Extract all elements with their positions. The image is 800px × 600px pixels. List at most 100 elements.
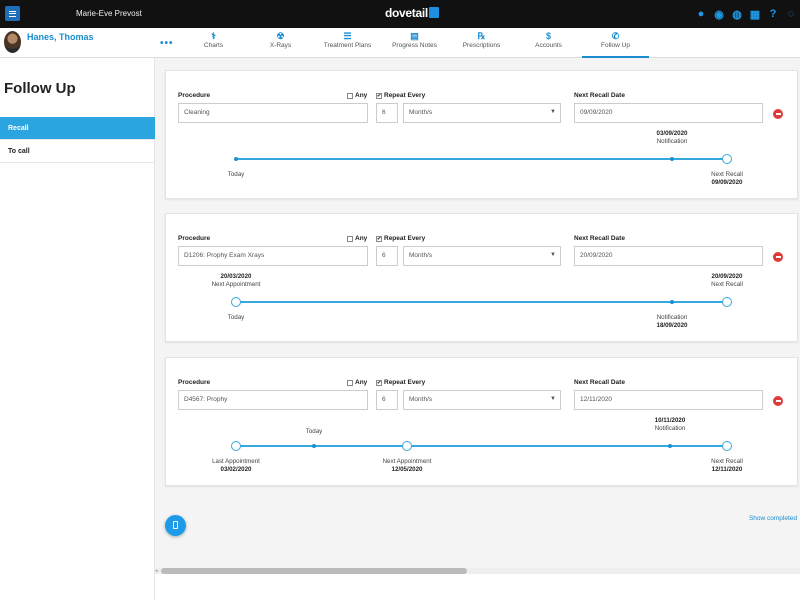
current-user: Marie-Eve Prevost — [76, 9, 142, 18]
tab-treatment-plans[interactable]: ☰ Treatment Plans — [314, 28, 381, 58]
scrollbar-thumb[interactable] — [161, 568, 467, 574]
person-icon[interactable]: ● — [692, 5, 710, 23]
timeline-dot-today — [312, 444, 316, 448]
phone-chat-icon[interactable]: ◍ — [728, 5, 746, 23]
hamburger-icon — [9, 10, 16, 17]
timeline-node-next-appointment[interactable] — [231, 297, 241, 307]
chat-icon[interactable]: ◉ — [710, 5, 728, 23]
checkbox-checked-icon: ✔ — [376, 235, 382, 242]
calendar-icon[interactable]: ▦ — [746, 5, 764, 23]
rx-icon: ℞ — [477, 31, 486, 41]
timeline-dot-notification — [670, 300, 674, 304]
tab-accounts[interactable]: $ Accounts — [515, 28, 582, 58]
timeline-node-next-recall[interactable] — [722, 297, 732, 307]
procedure-input[interactable]: D1206: Prophy Exam Xrays — [178, 246, 368, 266]
avatar — [4, 31, 21, 53]
tab-charts[interactable]: ⚕ Charts — [180, 28, 247, 58]
timeline-dot-notification — [670, 157, 674, 161]
remove-icon[interactable] — [773, 109, 783, 119]
remove-icon[interactable] — [773, 252, 783, 262]
tab-progress-notes[interactable]: ▤ Progress Notes — [381, 28, 448, 58]
repeat-unit-select[interactable]: Month/s ▼ — [403, 103, 561, 123]
menu-button[interactable] — [5, 6, 20, 21]
today-marker: Today — [227, 314, 245, 321]
timeline-line — [236, 158, 728, 160]
top-icons: ● ◉ ◍ ▦ ? ◌ — [692, 5, 800, 23]
procedure-label: Procedure — [178, 92, 211, 99]
checkbox-checked-icon: ✔ — [376, 92, 382, 99]
remove-icon[interactable] — [773, 396, 783, 406]
tooth-icon: ⚕ — [211, 31, 216, 41]
checkbox-icon — [347, 379, 353, 386]
repeat-every-checkbox[interactable]: ✔ Repeat Every — [376, 92, 425, 99]
sidebar-item-to-call[interactable]: To call — [0, 140, 155, 163]
procedure-label: Procedure — [178, 235, 211, 242]
today-marker: Today — [227, 171, 245, 178]
any-checkbox[interactable]: Any — [347, 379, 367, 386]
next-appointment-marker: Next Appointment 12/05/2020 — [382, 458, 432, 473]
tab-xrays[interactable]: ☢ X-Rays — [247, 28, 314, 58]
more-icon[interactable]: ••• — [160, 38, 174, 49]
logo-badge-icon — [428, 7, 439, 18]
repeat-value-input[interactable]: 6 — [376, 246, 398, 266]
any-checkbox[interactable]: Any — [347, 235, 367, 242]
tab-prescriptions[interactable]: ℞ Prescriptions — [448, 28, 515, 58]
checkbox-checked-icon: ✔ — [376, 379, 382, 386]
timeline-node-last-appointment[interactable] — [231, 441, 241, 451]
scroll-left-icon[interactable]: ◂ — [155, 568, 158, 574]
procedure-label: Procedure — [178, 379, 211, 386]
timeline-node-next-recall[interactable] — [722, 154, 732, 164]
notification-marker: 03/09/2020 Notification — [656, 130, 688, 145]
clipboard-icon — [173, 521, 178, 529]
list-icon: ☰ — [343, 31, 352, 41]
procedure-input[interactable]: D4567: Prophy — [178, 390, 368, 410]
repeat-value-input[interactable]: 6 — [376, 390, 398, 410]
any-checkbox[interactable]: Any — [347, 92, 367, 99]
next-recall-date-label: Next Recall Date — [574, 379, 625, 386]
next-recall-date-label: Next Recall Date — [574, 235, 625, 242]
procedure-input[interactable]: Cleaning — [178, 103, 368, 123]
timeline-line — [236, 445, 728, 447]
next-recall-date-input[interactable]: 09/09/2020 — [574, 103, 763, 123]
timeline-node-next-recall[interactable] — [722, 441, 732, 451]
next-recall-date-input[interactable]: 20/09/2020 — [574, 246, 763, 266]
module-tabs: ⚕ Charts ☢ X-Rays ☰ Treatment Plans ▤ Progre… — [180, 28, 649, 58]
notification-marker: 10/11/2020 Notification — [654, 417, 686, 432]
patient-name[interactable]: Hanes, Thomas — [27, 32, 94, 42]
dollar-icon: $ — [545, 31, 551, 41]
caret-down-icon: ▼ — [550, 252, 556, 258]
recall-card: Procedure Any ✔ Repeat Every Next Recall … — [165, 70, 798, 199]
timeline-node-next-appointment[interactable] — [402, 441, 412, 451]
patient-header: Hanes, Thomas ••• ⚕ Charts ☢ X-Rays ☰ Treat… — [0, 28, 800, 58]
add-recall-button[interactable] — [165, 515, 186, 536]
next-recall-marker: Next Recall 09/09/2020 — [711, 171, 743, 186]
notification-marker: Notification 18/09/2020 — [656, 314, 688, 329]
repeat-value-input[interactable]: 6 — [376, 103, 398, 123]
note-icon: ▤ — [410, 31, 419, 41]
next-appointment-marker: 20/03/2020 Next Appointment — [211, 273, 261, 288]
checkbox-icon — [347, 235, 353, 242]
repeat-every-checkbox[interactable]: ✔ Repeat Every — [376, 235, 425, 242]
tab-follow-up[interactable]: ✆ Follow Up — [582, 28, 649, 58]
recall-card: Procedure Any ✔ Repeat Every Next Recall … — [165, 213, 798, 342]
repeat-every-checkbox[interactable]: ✔ Repeat Every — [376, 379, 425, 386]
horizontal-scrollbar[interactable]: ◂ — [155, 568, 800, 574]
app-logo: dovetail — [385, 6, 439, 20]
today-marker: Today — [305, 428, 323, 435]
next-recall-date-input[interactable]: 12/11/2020 — [574, 390, 763, 410]
next-recall-marker: Next Recall 12/11/2020 — [711, 458, 743, 473]
search-icon[interactable]: ◌ — [782, 5, 800, 23]
show-completed-link[interactable]: Show completed — [749, 515, 797, 522]
repeat-unit-select[interactable]: Month/s ▼ — [403, 390, 561, 410]
timeline-line — [236, 301, 728, 303]
caret-down-icon: ▼ — [550, 109, 556, 115]
caret-down-icon: ▼ — [550, 396, 556, 402]
sidebar-item-recall[interactable]: Recall — [0, 117, 155, 140]
repeat-unit-select[interactable]: Month/s ▼ — [403, 246, 561, 266]
page-title: Follow Up — [4, 80, 76, 97]
sidebar: Follow Up Recall To call — [0, 58, 155, 600]
next-recall-marker: 20/09/2020 Next Recall — [711, 273, 743, 288]
main-content: Procedure Any ✔ Repeat Every Next Recall … — [155, 58, 800, 568]
recall-card: Procedure Any ✔ Repeat Every Next Recall … — [165, 357, 798, 486]
help-icon[interactable]: ? — [764, 5, 782, 23]
